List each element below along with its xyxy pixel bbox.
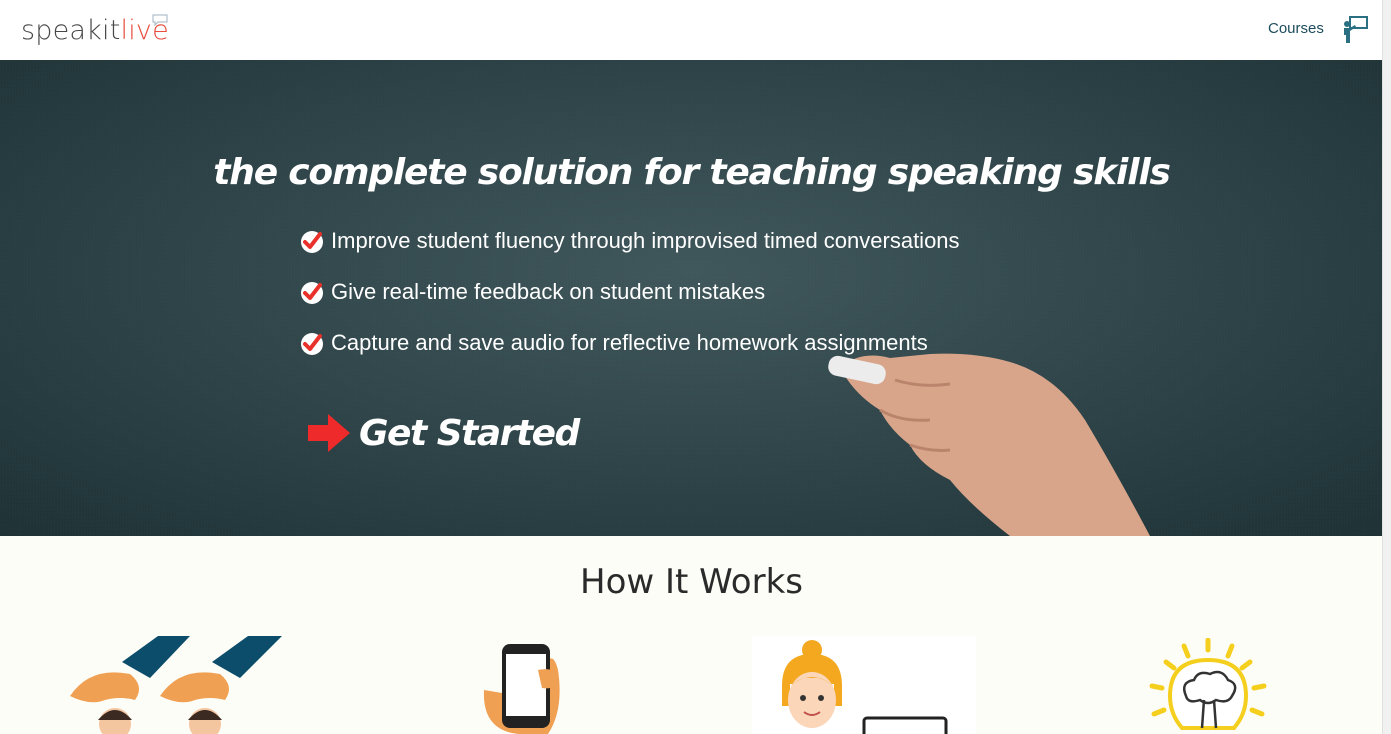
teacher-at-board-icon[interactable] bbox=[1341, 15, 1369, 45]
hands-placing-students-illustration bbox=[70, 636, 282, 734]
lightbulb-idea-illustration bbox=[1149, 638, 1267, 730]
hero-section: the complete solution for teaching speak… bbox=[0, 60, 1383, 536]
check-badge-icon bbox=[301, 333, 323, 355]
feature-text: Give real-time feedback on student mista… bbox=[331, 279, 766, 304]
hand-holding-phone-illustration bbox=[483, 644, 560, 734]
logo-text-speakit: speakit bbox=[21, 15, 121, 46]
get-started-button[interactable]: Get Started bbox=[308, 410, 580, 456]
feature-list: Improve student fluency through improvis… bbox=[300, 228, 960, 381]
how-it-works-title: How It Works bbox=[580, 562, 803, 602]
nav-courses-link[interactable]: Courses bbox=[1268, 20, 1324, 37]
teacher-with-laptop-illustration bbox=[782, 640, 948, 734]
check-badge-icon bbox=[301, 282, 323, 304]
site-logo[interactable]: speakitlive bbox=[21, 14, 169, 48]
feature-item: Improve student fluency through improvis… bbox=[300, 228, 960, 279]
feature-item: Capture and save audio for reflective ho… bbox=[300, 330, 960, 381]
top-navbar: speakitlive Courses bbox=[0, 0, 1383, 61]
feature-text: Capture and save audio for reflective ho… bbox=[331, 330, 928, 355]
arrow-right-icon bbox=[308, 414, 350, 452]
feature-text: Improve student fluency through improvis… bbox=[331, 228, 960, 253]
page-scrollbar[interactable] bbox=[1382, 0, 1391, 734]
speech-bubble-icon bbox=[152, 14, 168, 26]
check-badge-icon bbox=[301, 231, 323, 253]
feature-item: Give real-time feedback on student mista… bbox=[300, 279, 960, 330]
get-started-label: Get Started bbox=[359, 412, 580, 454]
hero-headline: the complete solution for teaching speak… bbox=[213, 152, 1171, 193]
